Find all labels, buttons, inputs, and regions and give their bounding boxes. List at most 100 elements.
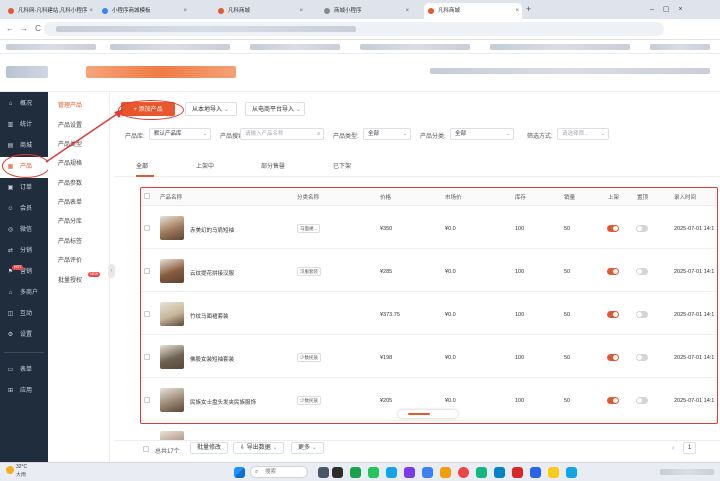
collapse-toggle-icon[interactable]: ‹ xyxy=(108,264,115,278)
bookmark-item[interactable] xyxy=(110,44,230,50)
library-select[interactable]: 默认产品库 ⌄ xyxy=(149,128,211,140)
column-header[interactable]: 录入时间 xyxy=(674,193,696,201)
export-dropdown[interactable]: ⇩ 导出数据 ⌄ xyxy=(233,442,285,454)
header-actions[interactable] xyxy=(430,68,710,74)
listed-toggle[interactable] xyxy=(607,225,619,232)
listed-toggle[interactable] xyxy=(607,397,619,404)
sidebar-item-orders[interactable]: ▣ 订单 xyxy=(0,178,48,199)
sidebar-item-distribution[interactable]: ⇄ 分销 xyxy=(0,241,48,262)
import-local-dropdown[interactable]: 从本地导入 ⌄ xyxy=(185,102,237,116)
product-name[interactable]: 云纹提花拼接汉服 xyxy=(190,269,234,277)
product-name[interactable]: 赤美幻的马肩短袖 xyxy=(190,226,234,234)
sidebar-item-multi-merchant[interactable]: ⌂ 多商户 xyxy=(0,283,48,304)
type-select[interactable]: 全部 ⌄ xyxy=(363,128,411,140)
footer-select-all-checkbox[interactable] xyxy=(143,446,149,452)
sort-select[interactable]: 请选择筛... ⌄ xyxy=(557,128,609,140)
page-number[interactable]: 1 xyxy=(683,442,697,454)
table-row[interactable]: 佛股女装短袖套装 少数民族 ¥198 ¥0.0 100 50 2025-07-01 14:1 xyxy=(140,336,718,378)
product-name[interactable]: 民族女士盘头发夹民族服饰 xyxy=(190,398,256,406)
app-icon[interactable] xyxy=(530,467,541,478)
sidebar-item-apps[interactable]: ⊞ 应用 xyxy=(0,381,48,402)
top-toggle[interactable] xyxy=(636,225,648,232)
browser-tab[interactable]: 小程序商城模板 × xyxy=(98,3,190,19)
bookmark-item[interactable] xyxy=(6,44,96,50)
close-icon[interactable]: × xyxy=(299,3,303,19)
import-platform-dropdown[interactable]: 从电商平台导入 ⌄ xyxy=(245,102,305,116)
row-checkbox[interactable] xyxy=(144,225,150,231)
row-checkbox[interactable] xyxy=(144,311,150,317)
search-input[interactable]: 请输入产品名称 ⌕ xyxy=(240,128,324,140)
tab-all[interactable]: 全部 xyxy=(136,161,148,170)
browser-tab-active[interactable]: 凡科商城 × xyxy=(424,3,522,19)
system-tray[interactable] xyxy=(660,469,714,475)
tab-on-sale[interactable]: 上架中 xyxy=(196,161,214,170)
column-header[interactable]: 库存 xyxy=(515,193,526,201)
tab-partial-soldout[interactable]: 部分售罄 xyxy=(261,161,285,170)
bookmark-item[interactable] xyxy=(490,44,630,50)
app-icon[interactable] xyxy=(494,467,505,478)
sidebar-item-wechat[interactable]: ◎ 微信 xyxy=(0,220,48,241)
window-controls[interactable]: –▢× xyxy=(650,5,692,13)
app-icon[interactable] xyxy=(332,467,343,478)
column-header[interactable]: 销量 xyxy=(564,193,575,201)
subnav-item-forms[interactable]: 产品表单 xyxy=(58,197,82,206)
prev-page-icon[interactable]: ‹ xyxy=(672,445,674,452)
product-name[interactable]: 佛股女装短袖套装 xyxy=(190,355,234,363)
close-icon[interactable]: × xyxy=(183,3,187,19)
chrome-icon[interactable] xyxy=(458,467,469,478)
subnav-item-batch-auth[interactable]: 批量授权 NEW xyxy=(58,272,101,284)
taskbar-search[interactable]: ⌕ 搜索 xyxy=(250,466,308,478)
url-input[interactable] xyxy=(44,22,664,36)
app-icon[interactable] xyxy=(566,467,577,478)
sidebar-item-interaction[interactable]: ◫ 互动 xyxy=(0,304,48,325)
subnav-item-libraries[interactable]: 产品分库 xyxy=(58,216,82,225)
close-icon[interactable]: × xyxy=(515,3,519,19)
more-dropdown[interactable]: 更多 ⌄ xyxy=(291,442,324,454)
product-name[interactable]: 竹纹马面裙套装 xyxy=(190,312,229,320)
batch-edit-button[interactable]: 批量修改 xyxy=(190,442,229,454)
column-header[interactable]: 价格 xyxy=(380,193,391,201)
scrollbar-thumb[interactable] xyxy=(408,413,430,415)
browser-tab[interactable]: 凡科网-凡科建站,凡科小程序 × xyxy=(4,3,96,19)
row-checkbox[interactable] xyxy=(144,354,150,360)
windows-start-icon[interactable] xyxy=(234,467,245,478)
tab-off-shelf[interactable]: 已下架 xyxy=(333,161,351,170)
select-all-checkbox[interactable] xyxy=(144,193,150,199)
wechat-app-icon[interactable] xyxy=(368,467,379,478)
top-toggle[interactable] xyxy=(636,268,648,275)
back-icon[interactable]: ← xyxy=(4,23,16,35)
task-view-icon[interactable] xyxy=(318,467,329,478)
app-icon[interactable] xyxy=(422,467,433,478)
reload-icon[interactable]: C xyxy=(32,23,44,35)
table-row[interactable]: 云纹提花拼接汉服 汉服套装 ¥285 ¥0.0 100 50 2025-07-01 14:1 xyxy=(140,250,718,292)
close-icon[interactable]: × xyxy=(405,3,409,19)
wps-icon[interactable] xyxy=(512,467,523,478)
sidebar-item-marketing[interactable]: ⚑ 营销 HOT xyxy=(0,262,48,283)
folder-icon[interactable] xyxy=(440,467,451,478)
temperature[interactable]: 32°C xyxy=(16,464,27,470)
listed-toggle[interactable] xyxy=(607,311,619,318)
top-toggle[interactable] xyxy=(636,354,648,361)
app-icon[interactable] xyxy=(476,467,487,478)
app-icon[interactable] xyxy=(548,467,559,478)
table-row[interactable]: 图层布纸扣干衫汉服¥315¥0.0100502025-07-01 14:1 xyxy=(140,422,718,442)
row-checkbox[interactable] xyxy=(144,397,150,403)
bookmark-item[interactable] xyxy=(360,44,470,50)
top-toggle[interactable] xyxy=(636,397,648,404)
weather-text[interactable]: 大雨 xyxy=(16,471,26,478)
bookmark-item[interactable] xyxy=(250,44,340,50)
listed-toggle[interactable] xyxy=(607,354,619,361)
subnav-item-reviews[interactable]: 产品评价 xyxy=(58,255,82,264)
table-row[interactable]: 竹纹马面裙套装 ¥373.75 ¥0.0 100 50 2025-07-01 14:1 xyxy=(140,293,718,335)
sidebar-item-forms[interactable]: ▭ 表单 xyxy=(0,360,48,381)
browser-tab[interactable]: 凡科商城 × xyxy=(214,3,306,19)
sidebar-item-members[interactable]: ☺ 会员 xyxy=(0,199,48,220)
close-icon[interactable]: × xyxy=(89,3,93,19)
browser-tab[interactable]: 商城小程序 × xyxy=(320,3,412,19)
subnav-item-params[interactable]: 产品参数 xyxy=(58,178,82,187)
bookmark-item[interactable] xyxy=(650,44,710,50)
new-tab-button[interactable]: + xyxy=(526,4,531,14)
row-checkbox[interactable] xyxy=(144,268,150,274)
forward-icon[interactable]: → xyxy=(18,23,30,35)
app-icon[interactable] xyxy=(404,467,415,478)
